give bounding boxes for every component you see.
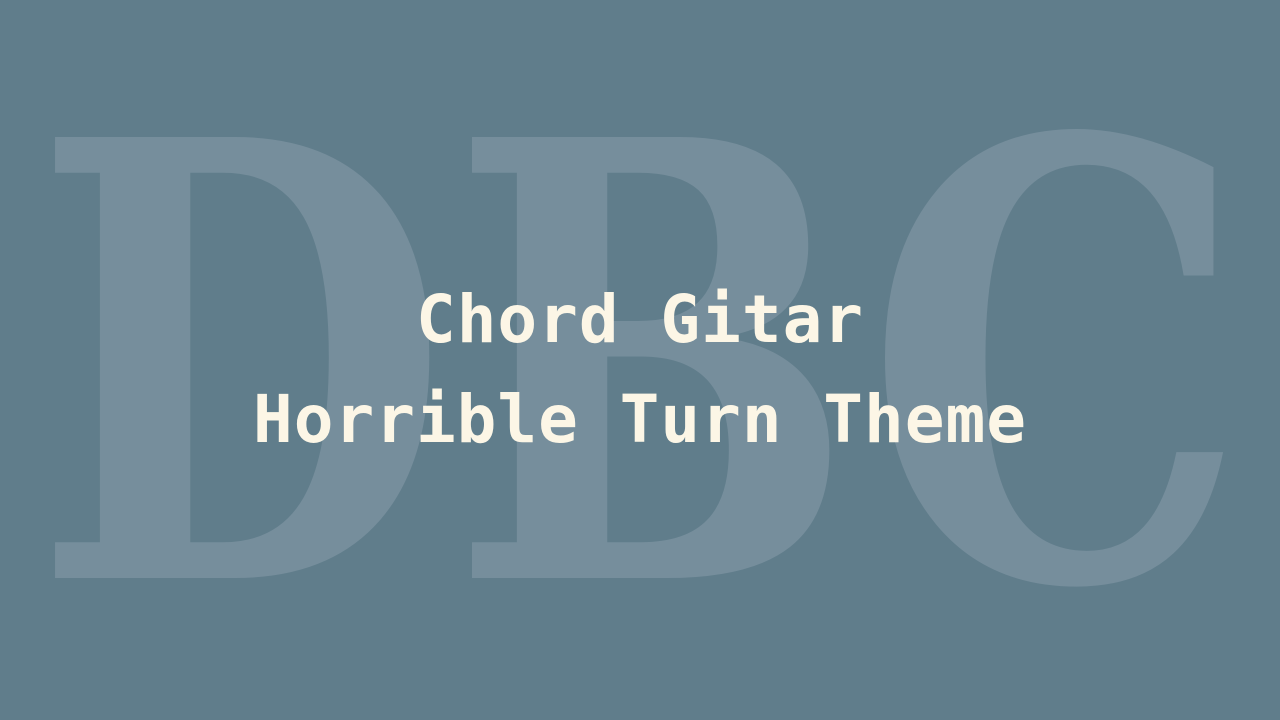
title-block: Chord Gitar Horrible Turn Theme xyxy=(0,270,1280,470)
page-title-line-2: Horrible Turn Theme xyxy=(253,381,1027,458)
title-banner: DBC Chord Gitar Horrible Turn Theme xyxy=(0,0,1280,720)
page-title-line-1: Chord Gitar xyxy=(415,281,865,358)
